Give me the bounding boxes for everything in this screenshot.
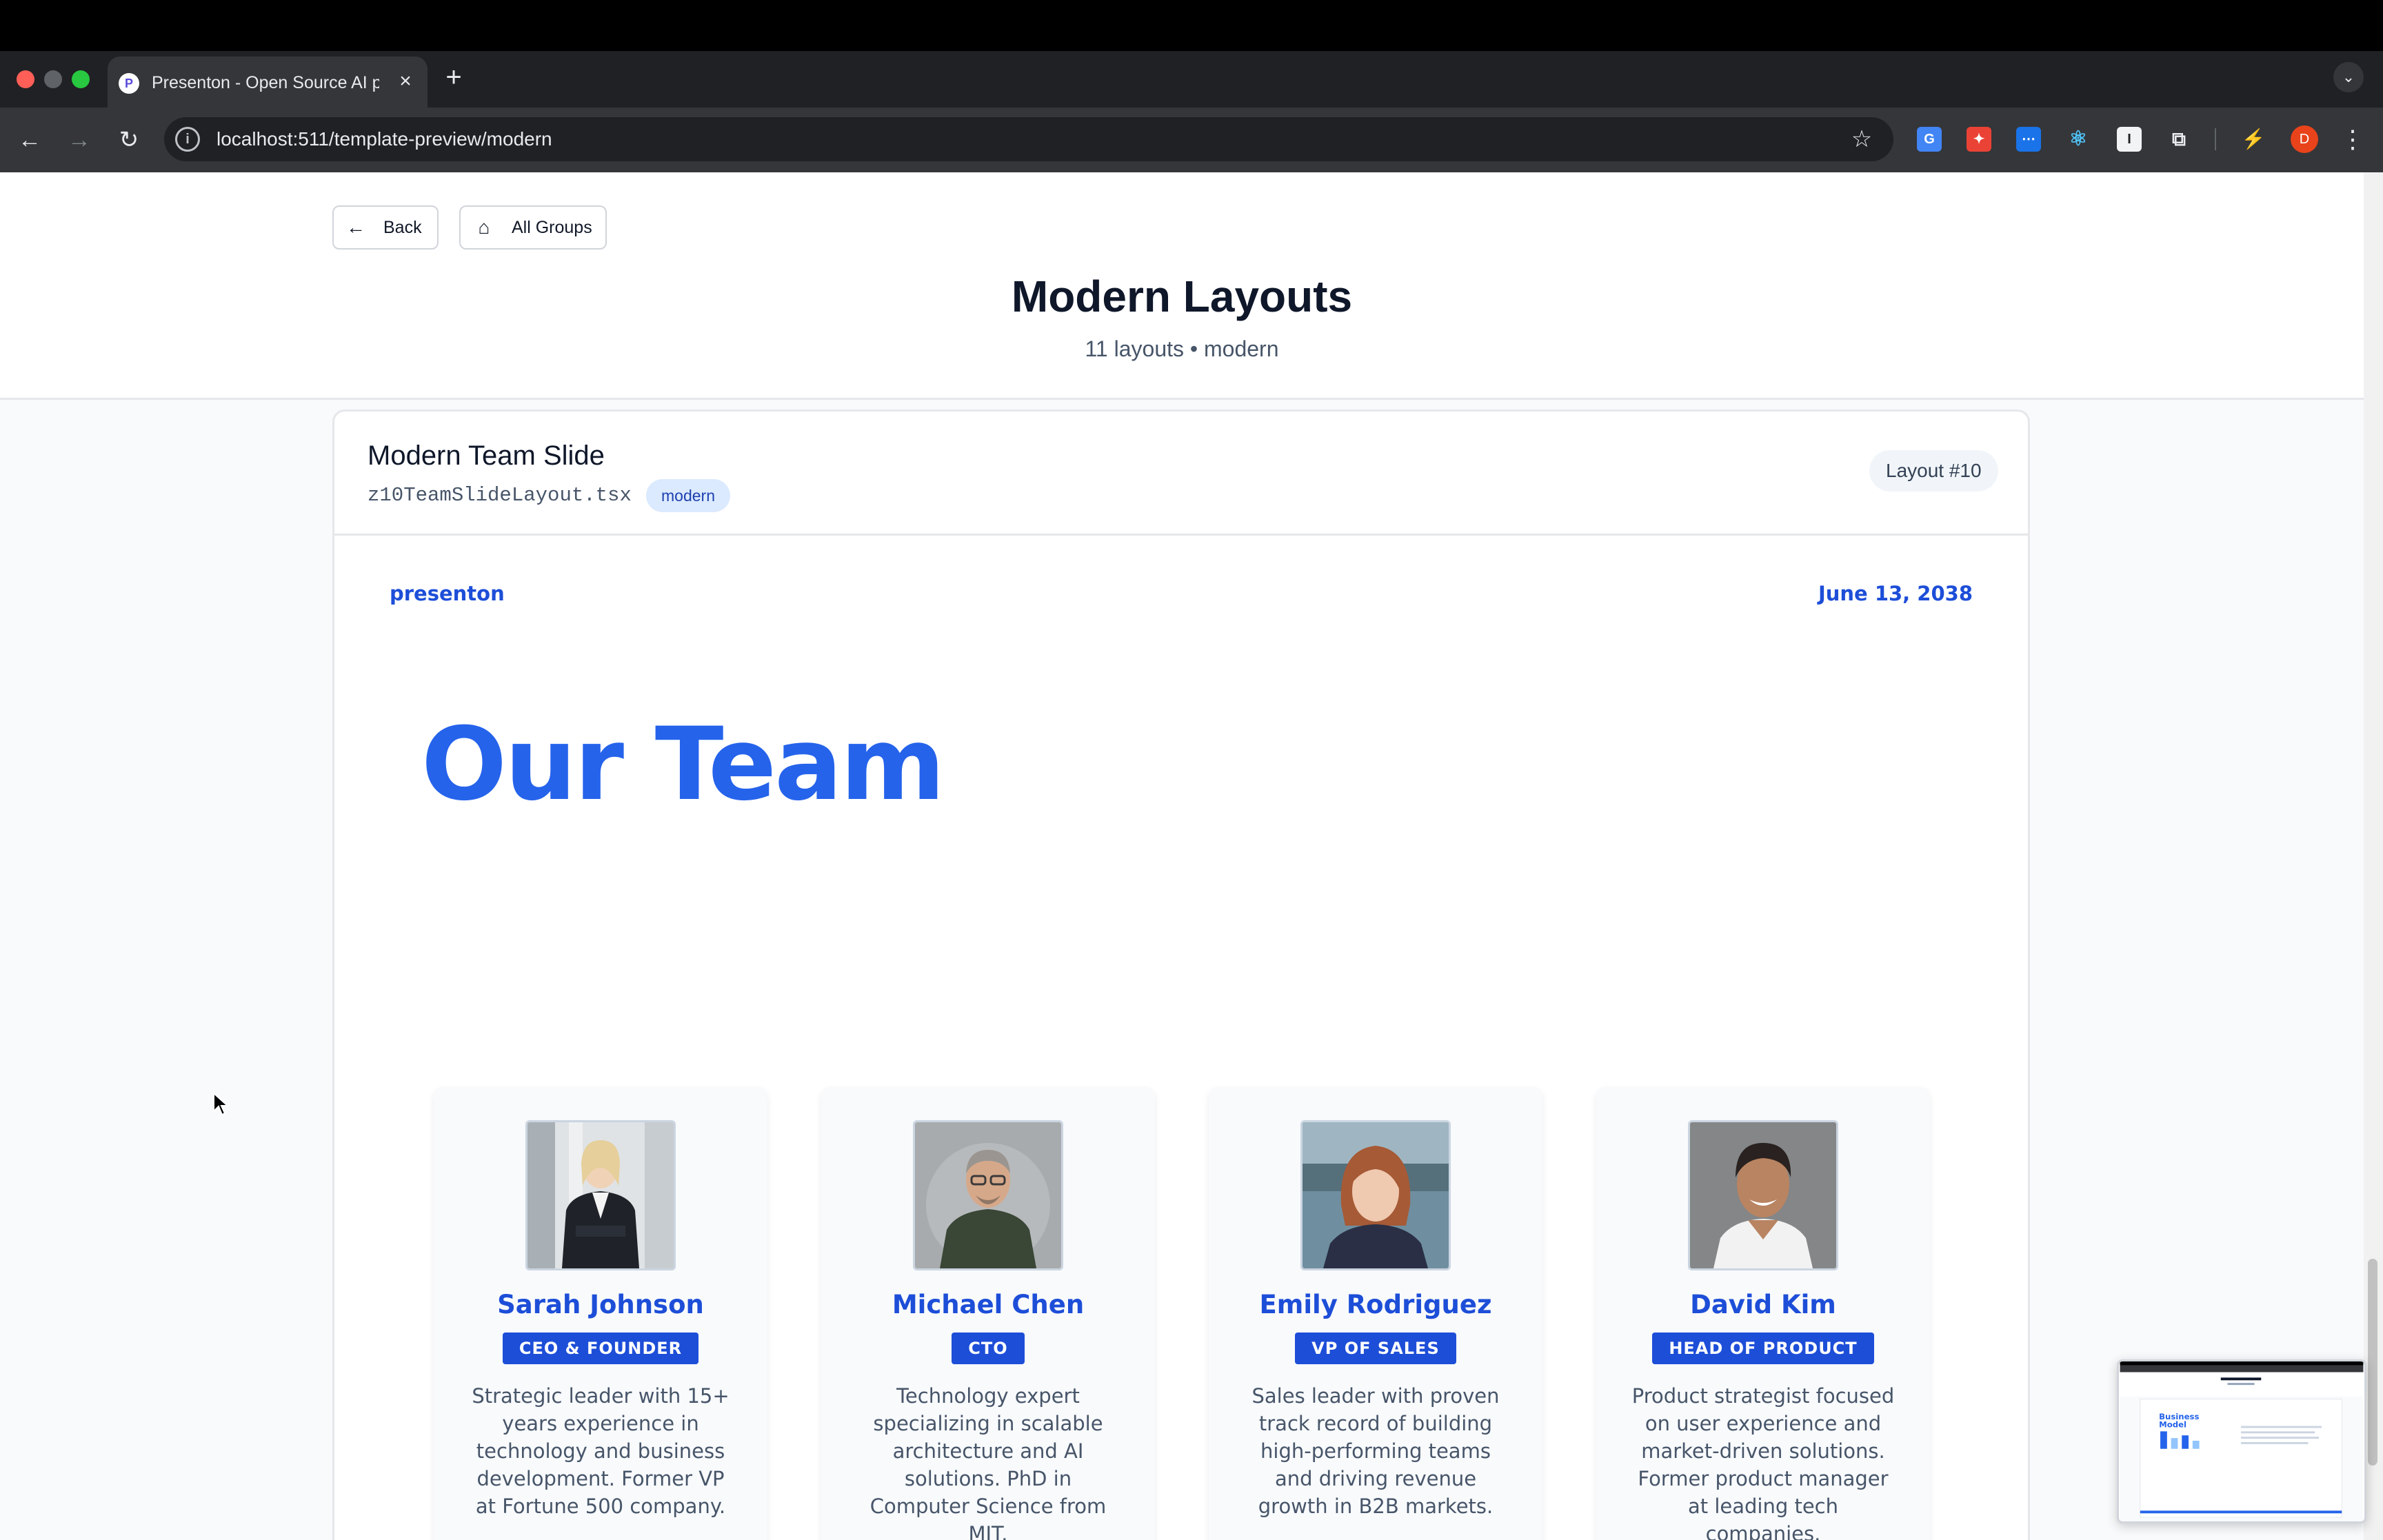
team-member-card: Michael Chen CTO Technology expert speci…: [821, 1087, 1155, 1540]
team-member-card: Emily Rodriguez VP OF SALES Sales leader…: [1209, 1087, 1542, 1540]
member-photo: [1300, 1120, 1451, 1270]
back-button-label: Back: [383, 218, 422, 237]
layout-filename: z10TeamSlideLayout.tsx: [368, 484, 632, 507]
portrait-photo-icon: [527, 1122, 674, 1268]
back-button[interactable]: ← Back: [332, 205, 439, 250]
member-role-row: VP OF SALES: [1209, 1333, 1542, 1364]
all-groups-button-label: All Groups: [512, 218, 592, 237]
member-photo: [525, 1120, 676, 1270]
extensions-puzzle-icon[interactable]: ⧉: [2166, 127, 2191, 152]
slide-title: Our Team: [421, 706, 945, 823]
layout-number-badge: Layout #10: [1869, 450, 1998, 492]
all-groups-button[interactable]: ⌂ All Groups: [459, 205, 607, 250]
i-extension-icon[interactable]: I: [2117, 127, 2142, 152]
browser-menu-icon[interactable]: ⋮: [2339, 123, 2366, 156]
layout-title: Modern Team Slide: [368, 440, 605, 471]
thumbnail-preview-image: Business Model: [2120, 1361, 2364, 1521]
page-title: Modern Layouts: [1011, 272, 1353, 321]
slide-date: June 13, 2038: [1818, 582, 1973, 605]
browser-tab[interactable]: P Presenton - Open Source AI presentatio…: [108, 57, 428, 108]
screen-top-bar: [0, 0, 2383, 51]
tab-close-icon[interactable]: ×: [393, 69, 418, 94]
thumbnail-title-line-2: Model: [2159, 1420, 2186, 1430]
member-role-row: HEAD OF PRODUCT: [1596, 1333, 1930, 1364]
member-bio: Product strategist focused on user exper…: [1631, 1384, 1895, 1540]
member-role-badge: HEAD OF PRODUCT: [1652, 1333, 1874, 1364]
dots-extension-icon[interactable]: ⋯: [2016, 127, 2041, 152]
scrollbar-thumb[interactable]: [2368, 1259, 2377, 1466]
member-bio: Technology expert specializing in scalab…: [869, 1384, 1107, 1540]
bookmark-star-icon[interactable]: ☆: [1845, 123, 1878, 156]
new-tab-icon[interactable]: +: [440, 63, 467, 91]
portrait-photo-icon: [1303, 1122, 1449, 1268]
member-role-badge: CEO & FOUNDER: [502, 1333, 699, 1364]
screenshot-thumbnail[interactable]: Business Model: [2117, 1359, 2366, 1523]
portrait-photo-icon: [915, 1122, 1061, 1268]
team-member-card: Sarah Johnson CEO & FOUNDER Strategic le…: [434, 1087, 767, 1540]
site-info-icon[interactable]: i: [175, 127, 200, 152]
home-icon: ⌂: [478, 216, 490, 238]
slide-brand: presenton: [390, 582, 505, 605]
member-photo: [1688, 1120, 1838, 1270]
profile-avatar[interactable]: D: [2291, 125, 2318, 153]
maximize-window-button[interactable]: [72, 70, 90, 88]
minimize-window-button[interactable]: [44, 70, 62, 88]
member-name: Emily Rodriguez: [1259, 1290, 1492, 1319]
member-role-row: CEO & FOUNDER: [434, 1333, 767, 1364]
mouse-cursor-icon: [213, 1092, 229, 1116]
layout-preview-card: Modern Team Slide z10TeamSlideLayout.tsx…: [332, 409, 2030, 1540]
presenton-favicon-icon: P: [119, 73, 139, 94]
member-name: Michael Chen: [892, 1290, 1085, 1319]
tab-title: Presenton - Open Source AI presentation …: [152, 73, 379, 92]
member-role-badge: CTO: [952, 1333, 1025, 1364]
performance-icon[interactable]: ⚡: [2241, 127, 2266, 152]
member-name: Sarah Johnson: [497, 1290, 704, 1319]
member-photo: [913, 1120, 1063, 1270]
member-bio: Sales leader with proven track record of…: [1251, 1384, 1500, 1518]
react-devtools-icon[interactable]: ⚛: [2066, 127, 2091, 152]
close-window-button[interactable]: [17, 70, 34, 88]
page-viewport: ← Back ⌂ All Groups Modern Layouts 11 la…: [0, 172, 2364, 1540]
member-role-badge: VP OF SALES: [1295, 1333, 1456, 1364]
team-slide: presenton June 13, 2038 Our Team Sarah J…: [334, 536, 2028, 1540]
arrow-left-icon: ←: [346, 216, 365, 238]
member-bio: Strategic leader with 15+ years experien…: [472, 1384, 730, 1518]
rocket-extension-icon[interactable]: ✦: [1967, 127, 1991, 152]
toolbar-separator: [2215, 128, 2216, 150]
tab-search-chevron-icon[interactable]: ⌄: [2333, 62, 2364, 92]
team-member-card: David Kim HEAD OF PRODUCT Product strate…: [1596, 1087, 1930, 1540]
page-subtitle: 11 layouts • modern: [1085, 336, 1279, 361]
translate-extension-icon[interactable]: G: [1917, 127, 1942, 152]
reload-icon[interactable]: ↻: [112, 123, 146, 157]
layout-card-header: Modern Team Slide z10TeamSlideLayout.tsx…: [334, 412, 2028, 536]
member-role-row: CTO: [821, 1333, 1155, 1364]
forward-arrow-icon[interactable]: →: [62, 123, 97, 157]
page-header: ← Back ⌂ All Groups Modern Layouts 11 la…: [0, 172, 2364, 400]
layout-group-tag: modern: [646, 479, 730, 512]
portrait-photo-icon: [1690, 1122, 1836, 1268]
member-name: David Kim: [1690, 1290, 1836, 1319]
back-arrow-icon[interactable]: ←: [12, 123, 47, 157]
address-bar-url[interactable]: localhost:511/template-preview/modern: [217, 123, 552, 156]
